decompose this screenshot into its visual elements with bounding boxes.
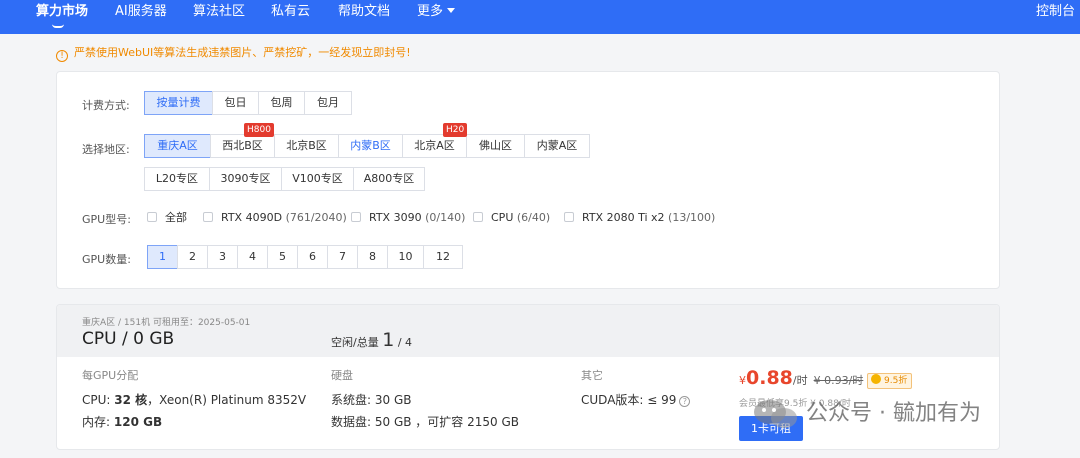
gpu-count-10[interactable]: 10 [387, 245, 424, 269]
gpu-count-label: GPU数量: [82, 253, 131, 266]
billing-option-monthly[interactable]: 包月 [304, 91, 352, 115]
memory-label: 内存: [82, 415, 111, 429]
nav-item-more[interactable]: 更多 [417, 0, 456, 28]
price-amount: 0.88 [746, 367, 793, 389]
machine-card-header: 重庆A区 / 151机 可租用至：2025-05-01 CPU / 0 GB 空… [57, 305, 999, 357]
region-beijing-a[interactable]: 北京A区 [402, 134, 467, 158]
gpu-model-count: (13/100) [668, 211, 716, 224]
gpu-model-rtx3090[interactable]: RTX 3090 (0/140) [351, 211, 465, 225]
gpu-model-cpu[interactable]: CPU (6/40) [473, 211, 550, 225]
coin-icon [871, 374, 881, 384]
price: ¥0.88/时 ¥ 0.93/时 [739, 367, 863, 389]
checkbox[interactable] [203, 212, 213, 222]
billing-option-weekly[interactable]: 包周 [258, 91, 305, 115]
nav-item-algorithm-community[interactable]: 算法社区 [193, 0, 245, 28]
cpu-label: CPU: [82, 393, 111, 407]
billing-option-daily[interactable]: 包日 [212, 91, 259, 115]
machine-meta: 重庆A区 / 151机 可租用至：2025-05-01 [82, 318, 251, 328]
gpu-model-name: CPU [491, 211, 514, 224]
gpu-model-count: (761/2040) [285, 211, 347, 224]
gpu-model-count: (6/40) [516, 211, 551, 224]
gpu-model-name: RTX 4090D [221, 211, 283, 224]
warning-icon: ! [56, 50, 68, 62]
cuda-text: CUDA版本: ≤ 99 [581, 393, 677, 407]
warning-text: 严禁使用WebUI等算法生成违禁图片、严禁挖矿，一经发现立即封号! [74, 46, 411, 59]
available-count: 1 [382, 329, 395, 351]
gpu-count-2[interactable]: 2 [177, 245, 208, 269]
warning-banner: ! 严禁使用WebUI等算法生成违禁图片、严禁挖矿，一经发现立即封号! [56, 45, 411, 62]
original-price: ¥ 0.93/时 [813, 374, 864, 387]
gpu-model-name: RTX 3090 [369, 211, 422, 224]
system-disk: 系统盘: 30 GB [331, 393, 412, 407]
memory-value: 120 GB [113, 415, 163, 429]
gpu-model-rtx2080ti-x2[interactable]: RTX 2080 Ti x2 (13/100) [564, 211, 715, 225]
checkbox[interactable] [564, 212, 574, 222]
gpu-count-5[interactable]: 5 [267, 245, 298, 269]
chevron-down-icon [447, 8, 456, 13]
region-chongqing-a[interactable]: 重庆A区 [144, 134, 211, 158]
nav-item-private-cloud[interactable]: 私有云 [271, 0, 310, 28]
availability: 空闲/总量 1 / 4 [331, 329, 412, 351]
other-heading: 其它 [581, 369, 603, 382]
disk-heading: 硬盘 [331, 369, 353, 382]
billing-label: 计费方式: [82, 99, 130, 112]
nav-item-ai-servers[interactable]: AI服务器 [115, 0, 167, 28]
gpu-count-7[interactable]: 7 [327, 245, 358, 269]
checkbox[interactable] [147, 212, 157, 222]
data-disk: 数据盘: 50 GB ，可扩容 2150 GB [331, 415, 519, 429]
cuda-version: CUDA版本: ≤ 99? [581, 391, 691, 408]
nav-item-help-docs[interactable]: 帮助文档 [338, 0, 390, 28]
gpu-model-label: GPU型号: [82, 213, 131, 226]
gpu-model-name: RTX 2080 Ti x2 [582, 211, 665, 224]
region-3090-zone[interactable]: 3090专区 [209, 167, 282, 191]
total-count: / 4 [397, 336, 413, 349]
watermark-text: 公众号 · 毓加有为 [806, 401, 981, 426]
region-inner-mongolia-b[interactable]: 内蒙B区 [338, 134, 403, 158]
billing-option-payg[interactable]: 按量计费 [144, 91, 213, 115]
availability-label: 空闲/总量 [331, 336, 379, 349]
gpu-model-count: (0/140) [425, 211, 466, 224]
machine-name: CPU / 0 GB [82, 329, 175, 349]
region-a800-zone[interactable]: A800专区 [353, 167, 425, 191]
region-northwest-b[interactable]: 西北B区 [210, 134, 275, 158]
cpu-model: ，Xeon(R) Platinum 8352V [147, 393, 307, 407]
price-unit: /时 [792, 374, 808, 387]
console-link[interactable]: 控制台 [1036, 0, 1075, 28]
gpu-count-6[interactable]: 6 [297, 245, 328, 269]
discount-badge: 9.5折 [867, 373, 913, 389]
gpu-model-name: 全部 [165, 211, 187, 224]
gpu-count-4[interactable]: 4 [237, 245, 268, 269]
region-foshan[interactable]: 佛山区 [466, 134, 525, 158]
gpu-count-3[interactable]: 3 [207, 245, 238, 269]
region-v100-zone[interactable]: V100专区 [281, 167, 354, 191]
checkbox[interactable] [473, 212, 483, 222]
badge-h20: H20 [443, 123, 468, 137]
discount-text: 9.5折 [884, 376, 908, 386]
gpu-model-rtx4090d[interactable]: RTX 4090D (761/2040) [203, 211, 347, 225]
gpu-count-12[interactable]: 12 [423, 245, 463, 269]
region-inner-mongolia-a[interactable]: 内蒙A区 [524, 134, 590, 158]
memory-spec: 内存: 120 GB [82, 413, 162, 430]
gpu-allocation-heading: 每GPU分配 [82, 369, 139, 382]
filter-panel: 计费方式: 按量计费 包日 包周 包月 选择地区: 重庆A区 西北B区 北京B区… [56, 71, 1000, 289]
nav-more-label: 更多 [417, 4, 444, 19]
currency-symbol: ¥ [739, 374, 746, 387]
badge-h800: H800 [244, 123, 274, 137]
gpu-count-8[interactable]: 8 [357, 245, 388, 269]
checkbox[interactable] [351, 212, 361, 222]
top-nav-bar: 算力市场 AI服务器 算法社区 私有云 帮助文档 更多 控制台 [0, 0, 1080, 34]
wechat-logo-icon [754, 400, 797, 428]
help-icon[interactable]: ? [679, 396, 691, 407]
cpu-spec: CPU: 32 核，Xeon(R) Platinum 8352V [82, 391, 306, 408]
gpu-model-all[interactable]: 全部 [147, 211, 187, 225]
gpu-count-1[interactable]: 1 [147, 245, 178, 269]
cpu-cores: 32 核 [114, 393, 148, 407]
region-label: 选择地区: [82, 143, 130, 156]
region-l20-zone[interactable]: L20专区 [144, 167, 210, 191]
region-beijing-b[interactable]: 北京B区 [274, 134, 339, 158]
